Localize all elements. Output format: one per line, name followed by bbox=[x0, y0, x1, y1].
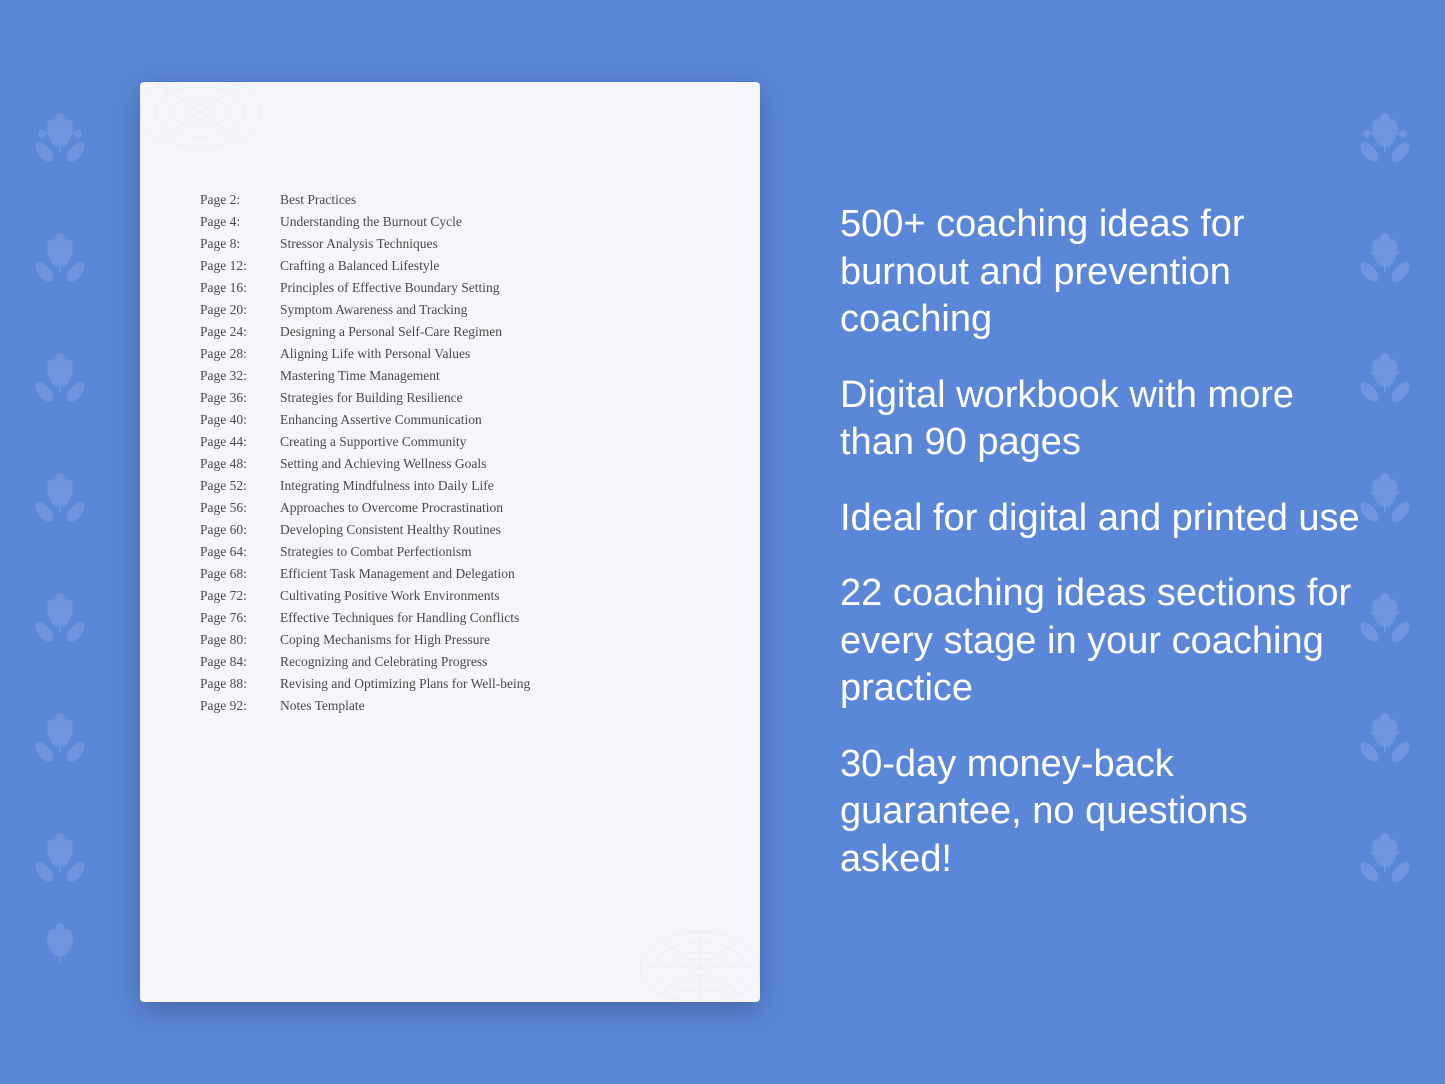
toc-item-text: Developing Consistent Healthy Routines bbox=[280, 522, 501, 538]
toc-item-text: Crafting a Balanced Lifestyle bbox=[280, 258, 439, 274]
document-header bbox=[200, 132, 700, 159]
toc-item: Page 64:Strategies to Combat Perfectioni… bbox=[200, 541, 700, 563]
toc-item: Page 2:Best Practices bbox=[200, 189, 700, 211]
toc-item-text: Creating a Supportive Community bbox=[280, 434, 466, 450]
toc-item: Page 16:Principles of Effective Boundary… bbox=[200, 277, 700, 299]
document-panel: Page 2:Best PracticesPage 4:Understandin… bbox=[140, 82, 760, 1002]
toc-item-text: Symptom Awareness and Tracking bbox=[280, 302, 467, 318]
feature-text-5: 30-day money-back guarantee, no question… bbox=[840, 741, 1365, 884]
toc-item-text: Notes Template bbox=[280, 698, 365, 714]
toc-page-number: Page 72: bbox=[200, 588, 280, 604]
toc-page-number: Page 36: bbox=[200, 390, 280, 406]
toc-item: Page 24:Designing a Personal Self-Care R… bbox=[200, 321, 700, 343]
table-of-contents: Page 2:Best PracticesPage 4:Understandin… bbox=[200, 189, 700, 717]
toc-page-number: Page 92: bbox=[200, 698, 280, 714]
document-title bbox=[200, 132, 700, 159]
toc-item-text: Mastering Time Management bbox=[280, 368, 440, 384]
toc-page-number: Page 52: bbox=[200, 478, 280, 494]
toc-item: Page 72:Cultivating Positive Work Enviro… bbox=[200, 585, 700, 607]
toc-page-number: Page 80: bbox=[200, 632, 280, 648]
toc-item-text: Best Practices bbox=[280, 192, 356, 208]
toc-item: Page 92:Notes Template bbox=[200, 695, 700, 717]
toc-page-number: Page 48: bbox=[200, 456, 280, 472]
toc-item: Page 20:Symptom Awareness and Tracking bbox=[200, 299, 700, 321]
toc-page-number: Page 44: bbox=[200, 434, 280, 450]
main-content: Page 2:Best PracticesPage 4:Understandin… bbox=[0, 0, 1445, 1084]
toc-item: Page 44:Creating a Supportive Community bbox=[200, 431, 700, 453]
toc-page-number: Page 88: bbox=[200, 676, 280, 692]
toc-item: Page 48:Setting and Achieving Wellness G… bbox=[200, 453, 700, 475]
toc-page-number: Page 16: bbox=[200, 280, 280, 296]
toc-item-text: Designing a Personal Self-Care Regimen bbox=[280, 324, 502, 340]
toc-item-text: Aligning Life with Personal Values bbox=[280, 346, 470, 362]
toc-item: Page 4:Understanding the Burnout Cycle bbox=[200, 211, 700, 233]
toc-item: Page 56:Approaches to Overcome Procrasti… bbox=[200, 497, 700, 519]
toc-item: Page 40:Enhancing Assertive Communicatio… bbox=[200, 409, 700, 431]
toc-page-number: Page 32: bbox=[200, 368, 280, 384]
feature-text-2: Digital workbook with more than 90 pages bbox=[840, 372, 1365, 467]
toc-page-number: Page 12: bbox=[200, 258, 280, 274]
toc-page-number: Page 60: bbox=[200, 522, 280, 538]
toc-item: Page 76:Effective Techniques for Handlin… bbox=[200, 607, 700, 629]
toc-item-text: Strategies for Building Resilience bbox=[280, 390, 463, 406]
toc-page-number: Page 4: bbox=[200, 214, 280, 230]
feature-text-1: 500+ coaching ideas for burnout and prev… bbox=[840, 201, 1365, 344]
toc-item: Page 28:Aligning Life with Personal Valu… bbox=[200, 343, 700, 365]
toc-item: Page 68:Efficient Task Management and De… bbox=[200, 563, 700, 585]
toc-item-text: Coping Mechanisms for High Pressure bbox=[280, 632, 490, 648]
toc-item: Page 88:Revising and Optimizing Plans fo… bbox=[200, 673, 700, 695]
toc-item-text: Enhancing Assertive Communication bbox=[280, 412, 482, 428]
toc-item-text: Integrating Mindfulness into Daily Life bbox=[280, 478, 494, 494]
toc-item-text: Cultivating Positive Work Environments bbox=[280, 588, 500, 604]
toc-item-text: Understanding the Burnout Cycle bbox=[280, 214, 462, 230]
toc-page-number: Page 8: bbox=[200, 236, 280, 252]
feature-text-3: Ideal for digital and printed use bbox=[840, 495, 1365, 543]
toc-page-number: Page 40: bbox=[200, 412, 280, 428]
toc-item: Page 52:Integrating Mindfulness into Dai… bbox=[200, 475, 700, 497]
toc-item-text: Effective Techniques for Handling Confli… bbox=[280, 610, 519, 626]
toc-page-number: Page 76: bbox=[200, 610, 280, 626]
toc-item-text: Stressor Analysis Techniques bbox=[280, 236, 438, 252]
watermark-bottom-right bbox=[620, 917, 760, 1002]
toc-item-text: Strategies to Combat Perfectionism bbox=[280, 544, 472, 560]
toc-page-number: Page 2: bbox=[200, 192, 280, 208]
toc-item: Page 32:Mastering Time Management bbox=[200, 365, 700, 387]
toc-page-number: Page 64: bbox=[200, 544, 280, 560]
right-panel: 500+ coaching ideas for burnout and prev… bbox=[820, 201, 1365, 883]
toc-item: Page 80:Coping Mechanisms for High Press… bbox=[200, 629, 700, 651]
toc-page-number: Page 68: bbox=[200, 566, 280, 582]
toc-item: Page 60:Developing Consistent Healthy Ro… bbox=[200, 519, 700, 541]
toc-page-number: Page 20: bbox=[200, 302, 280, 318]
toc-item: Page 84:Recognizing and Celebrating Prog… bbox=[200, 651, 700, 673]
toc-item-text: Recognizing and Celebrating Progress bbox=[280, 654, 487, 670]
toc-item-text: Setting and Achieving Wellness Goals bbox=[280, 456, 486, 472]
toc-item: Page 36:Strategies for Building Resilien… bbox=[200, 387, 700, 409]
toc-item-text: Revising and Optimizing Plans for Well-b… bbox=[280, 676, 530, 692]
toc-page-number: Page 56: bbox=[200, 500, 280, 516]
toc-item: Page 8:Stressor Analysis Techniques bbox=[200, 233, 700, 255]
toc-page-number: Page 24: bbox=[200, 324, 280, 340]
toc-item-text: Approaches to Overcome Procrastination bbox=[280, 500, 503, 516]
toc-page-number: Page 84: bbox=[200, 654, 280, 670]
toc-item-text: Principles of Effective Boundary Setting bbox=[280, 280, 499, 296]
toc-page-number: Page 28: bbox=[200, 346, 280, 362]
toc-item-text: Efficient Task Management and Delegation bbox=[280, 566, 515, 582]
toc-item: Page 12:Crafting a Balanced Lifestyle bbox=[200, 255, 700, 277]
feature-text-4: 22 coaching ideas sections for every sta… bbox=[840, 570, 1365, 713]
